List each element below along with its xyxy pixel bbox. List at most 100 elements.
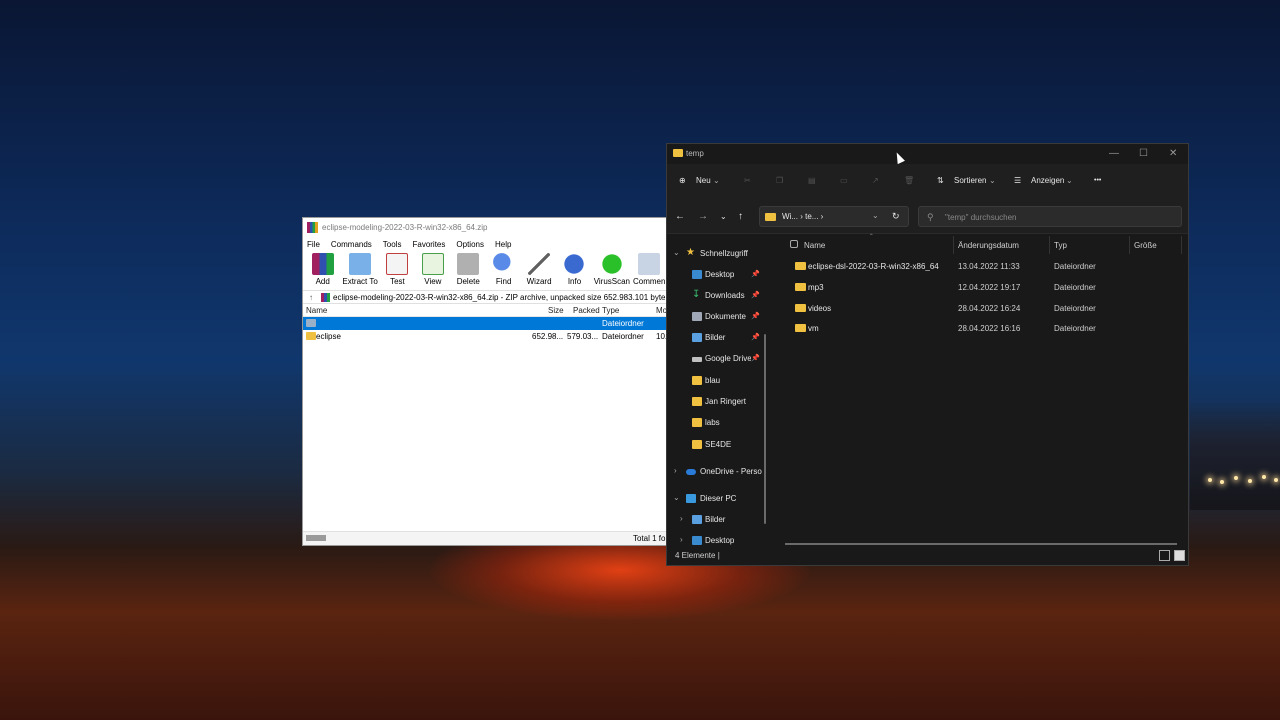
folder-icon [692,418,702,427]
up-arrow-icon[interactable]: ↑ [738,211,743,222]
view-button[interactable]: View [415,252,450,286]
address-bar[interactable]: Wi... › te... › ⌄ ↻ [759,206,909,227]
explorer-title-bar[interactable]: temp — ☐ ✕ [667,144,1188,164]
row-type: Dateiordner [602,332,644,341]
chevron-right-icon[interactable]: › [674,466,677,475]
column-separator[interactable] [1181,236,1182,254]
folder-icon [673,149,683,157]
horizontal-scrollbar[interactable] [785,543,1177,545]
col-name[interactable]: Name [306,306,327,315]
maximize-icon[interactable]: ☐ [1139,148,1148,159]
zip-archive-icon [321,292,330,302]
col-packed[interactable]: Packed [573,306,600,315]
menu-file[interactable]: File [307,240,320,249]
copy-icon[interactable]: ❐ [776,176,783,185]
chevron-down-icon[interactable]: ⌄ [673,248,680,257]
up-arrow-icon[interactable]: ↑ [309,293,313,302]
cut-icon[interactable]: ✂ [744,176,751,185]
sidebar-item-google-drive[interactable]: Google Drive 📌 [667,350,771,368]
sidebar-item-downloads[interactable]: ↧ Downloads 📌 [667,287,771,305]
info-button[interactable]: Info [557,252,592,286]
col-date[interactable]: Änderungsdatum [958,241,1019,250]
winrar-title-bar[interactable]: eclipse-modeling-2022-03-R-win32-x86_64.… [303,218,667,236]
view-button[interactable]: Anzeigen [1031,176,1064,185]
sidebar-item-blau[interactable]: blau [667,372,771,390]
new-button[interactable]: Neu [696,176,711,185]
test-button[interactable]: Test [380,252,415,286]
sidebar-item-labs[interactable]: labs [667,414,771,432]
table-row[interactable]: Dateiordner [303,317,667,330]
delete-icon[interactable]: 🗑 [904,176,914,185]
test-checklist-icon [386,253,409,275]
tiles-view-icon[interactable] [1174,550,1185,561]
info-icon [563,253,586,275]
chevron-down-icon: ⌄ [713,176,720,185]
refresh-icon[interactable]: ↻ [892,211,900,222]
paste-icon[interactable]: ▤ [808,176,816,185]
shore-lights [1190,400,1280,510]
breadcrumb[interactable]: Wi... › te... › [782,212,823,221]
column-separator[interactable] [953,236,954,254]
chevron-right-icon[interactable]: › [680,535,683,544]
folder-icon [795,262,806,270]
share-icon[interactable]: ↗ [872,176,879,185]
list-item[interactable]: eclipse-dsl-2022-03-R-win32-x86_64 13.04… [775,256,1188,276]
menu-favorites[interactable]: Favorites [412,240,445,249]
sidebar-item-schnellzugriff[interactable]: ⌄ ★ Schnellzugriff [667,245,771,263]
column-separator[interactable] [1129,236,1130,254]
sidebar-scrollbar[interactable] [764,334,766,524]
sidebar-item-se4de[interactable]: SE4DE [667,436,771,454]
menu-options[interactable]: Options [456,240,484,249]
details-view-icon[interactable] [1159,550,1170,561]
back-arrow-icon[interactable]: ← [675,211,685,222]
more-options-button[interactable]: ••• [1094,177,1101,184]
recent-chevron-icon[interactable]: ⌄ [720,212,727,221]
sidebar-item-onedrive[interactable]: › OneDrive - Perso [667,463,771,481]
chevron-down-icon[interactable]: ⌄ [673,493,680,502]
col-type[interactable]: Typ [1054,241,1067,250]
close-icon[interactable]: ✕ [1169,148,1177,159]
sort-button[interactable]: Sortieren [954,176,986,185]
sidebar-item-dieser-pc[interactable]: ⌄ Dieser PC [667,490,771,508]
col-size[interactable]: Size [548,306,564,315]
menu-commands[interactable]: Commands [331,240,372,249]
sidebar-item-pc-bilder[interactable]: › Bilder [667,511,771,529]
chevron-right-icon[interactable]: › [680,514,683,523]
sidebar-item-bilder[interactable]: Bilder 📌 [667,329,771,347]
sort-up-icon: ˆ [870,233,873,242]
menu-help[interactable]: Help [495,240,511,249]
virusscan-button[interactable]: VirusScan [592,252,631,286]
sidebar-item-dokumente[interactable]: Dokumente 📌 [667,308,771,326]
rename-icon[interactable]: ▭ [840,176,848,185]
info-label: Info [567,277,582,286]
file-list: Name ˆ Änderungsdatum Typ Größe eclipse-… [775,233,1188,548]
list-item[interactable]: videos 28.04.2022 16:24 Dateiordner [775,298,1188,318]
comment-button[interactable]: Commen [632,252,667,286]
minimize-icon[interactable]: — [1109,148,1119,159]
extract-to-button[interactable]: Extract To [340,252,379,286]
forward-arrow-icon[interactable]: → [698,211,708,222]
select-all-checkbox[interactable] [790,240,798,248]
sidebar-item-jan-ringert[interactable]: Jan Ringert [667,393,771,411]
add-button[interactable]: Add [305,252,340,286]
sidebar-item-desktop[interactable]: Desktop 📌 [667,266,771,284]
col-name[interactable]: Name [804,241,825,250]
col-size[interactable]: Größe [1134,241,1157,250]
menu-tools[interactable]: Tools [383,240,402,249]
winrar-column-header: Name Size Packed Type Mo [303,304,667,317]
list-item[interactable]: mp3 12.04.2022 19:17 Dateiordner [775,277,1188,297]
search-placeholder: "temp" durchsuchen [945,213,1017,222]
list-item[interactable]: vm 28.04.2022 16:16 Dateiordner [775,318,1188,338]
find-button[interactable]: Find [486,252,521,286]
drive-icon [306,535,326,541]
column-separator[interactable] [1049,236,1050,254]
explorer-window: temp — ☐ ✕ ⊕ Neu ⌄ ✂ ❐ ▤ ▭ ↗ 🗑 ⇅ Sortier… [666,143,1189,566]
folder-icon [765,213,776,221]
wizard-button[interactable]: Wizard [521,252,556,286]
col-type[interactable]: Type [602,306,619,315]
search-input[interactable]: ⚲ "temp" durchsuchen [918,206,1182,227]
address-dropdown-icon[interactable]: ⌄ [872,211,879,220]
virusscan-label: VirusScan [593,277,631,286]
table-row[interactable]: eclipse 652.98... 579.03... Dateiordner … [303,330,667,343]
delete-button[interactable]: Delete [451,252,486,286]
